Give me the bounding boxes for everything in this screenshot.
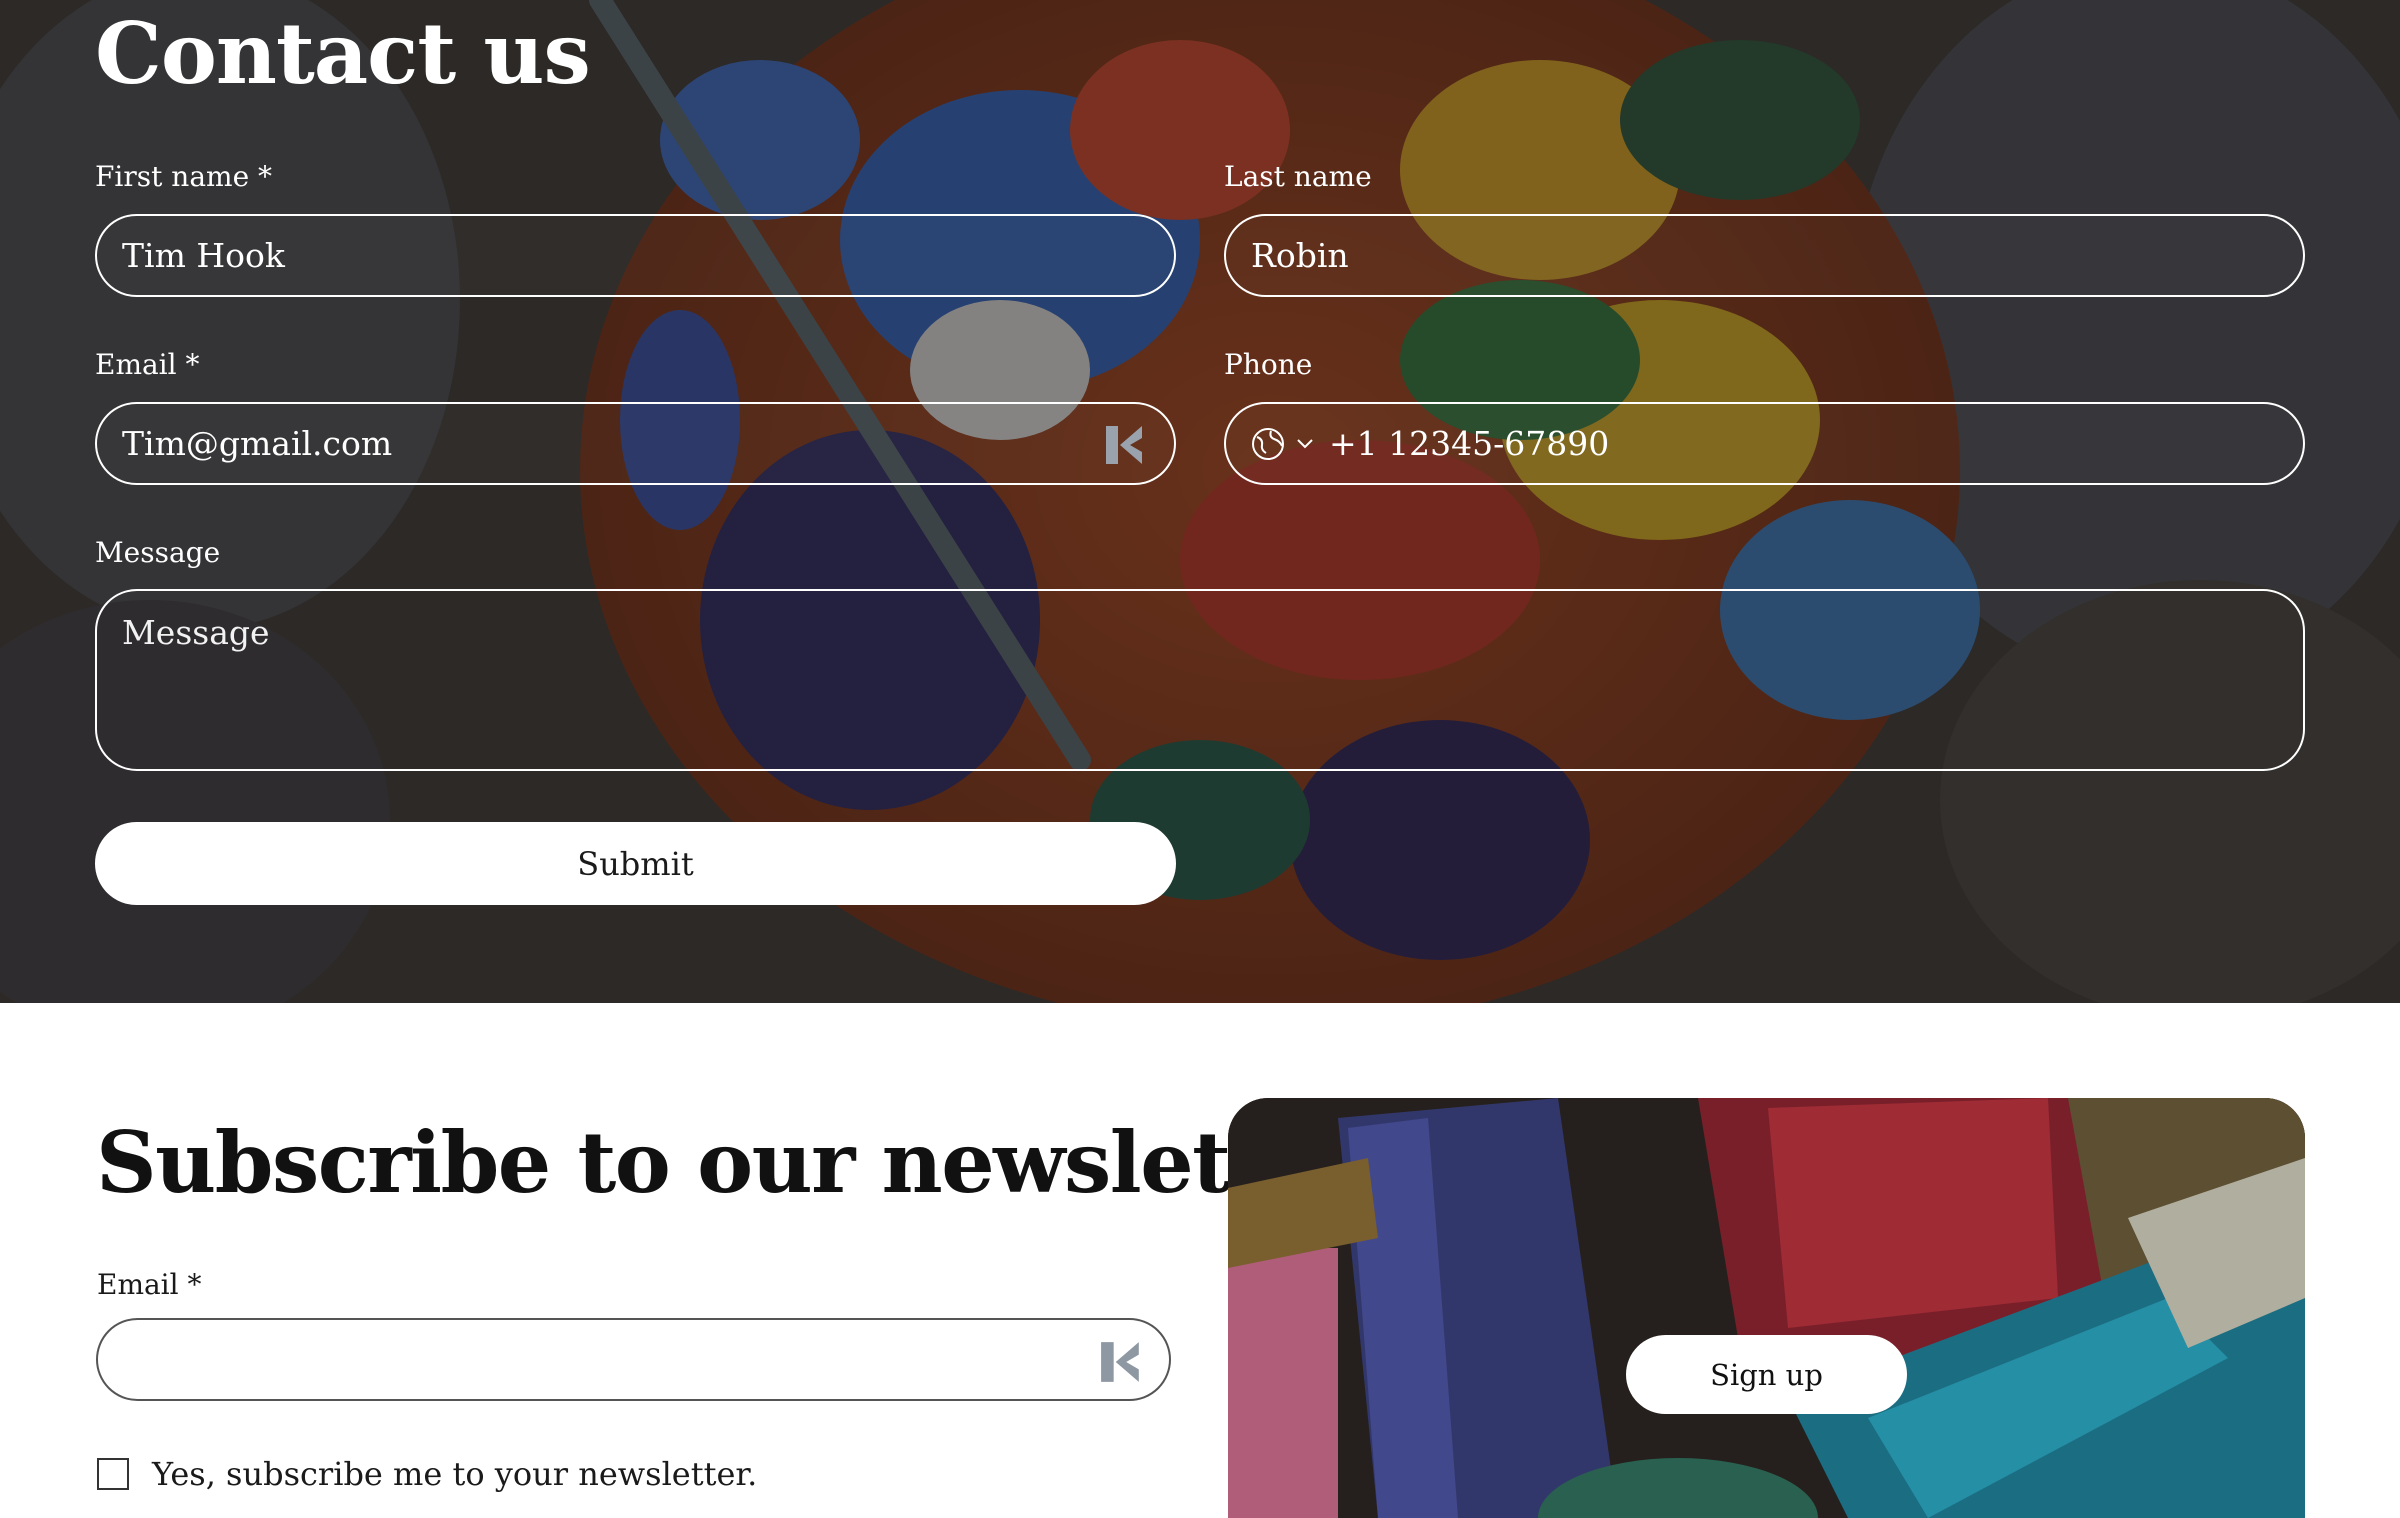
- email-label: Email *: [95, 348, 200, 381]
- autofill-k-icon[interactable]: [1099, 1340, 1143, 1384]
- subscribe-checkbox[interactable]: [97, 1458, 129, 1490]
- email-input[interactable]: Tim@gmail.com: [95, 402, 1176, 485]
- paint-brushes-illustration: [1228, 1098, 2305, 1518]
- first-name-value: Tim Hook: [122, 236, 285, 275]
- message-placeholder: Message: [122, 613, 270, 652]
- contact-section: Contact us First name * Tim Hook Last na…: [0, 0, 2400, 1003]
- phone-input[interactable]: +1 12345-67890: [1224, 402, 2305, 485]
- newsletter-email-input[interactable]: [96, 1318, 1171, 1401]
- last-name-input[interactable]: Robin: [1224, 214, 2305, 297]
- autofill-k-icon[interactable]: [1104, 424, 1146, 466]
- first-name-label: First name *: [95, 160, 273, 193]
- submit-button[interactable]: Submit: [95, 822, 1176, 905]
- globe-icon: [1252, 427, 1284, 460]
- paint-brushes-image: [1228, 1098, 2305, 1518]
- email-value: Tim@gmail.com: [122, 424, 393, 463]
- contact-title: Contact us: [95, 4, 591, 103]
- first-name-input[interactable]: Tim Hook: [95, 214, 1176, 297]
- subscribe-checkbox-label: Yes, subscribe me to your newsletter.: [152, 1455, 758, 1493]
- last-name-value: Robin: [1251, 236, 1349, 275]
- chevron-down-icon: [1297, 438, 1313, 448]
- phone-value: +1 12345-67890: [1329, 424, 1610, 463]
- phone-label: Phone: [1224, 348, 1313, 381]
- message-label: Message: [95, 536, 221, 569]
- last-name-label: Last name: [1224, 160, 1372, 193]
- newsletter-title: Subscribe to our newsletter: [96, 1113, 1363, 1212]
- sign-up-button[interactable]: Sign up: [1626, 1335, 1907, 1414]
- country-code-select[interactable]: [1251, 427, 1315, 461]
- message-textarea[interactable]: Message: [95, 589, 2305, 771]
- newsletter-email-label: Email *: [97, 1268, 202, 1301]
